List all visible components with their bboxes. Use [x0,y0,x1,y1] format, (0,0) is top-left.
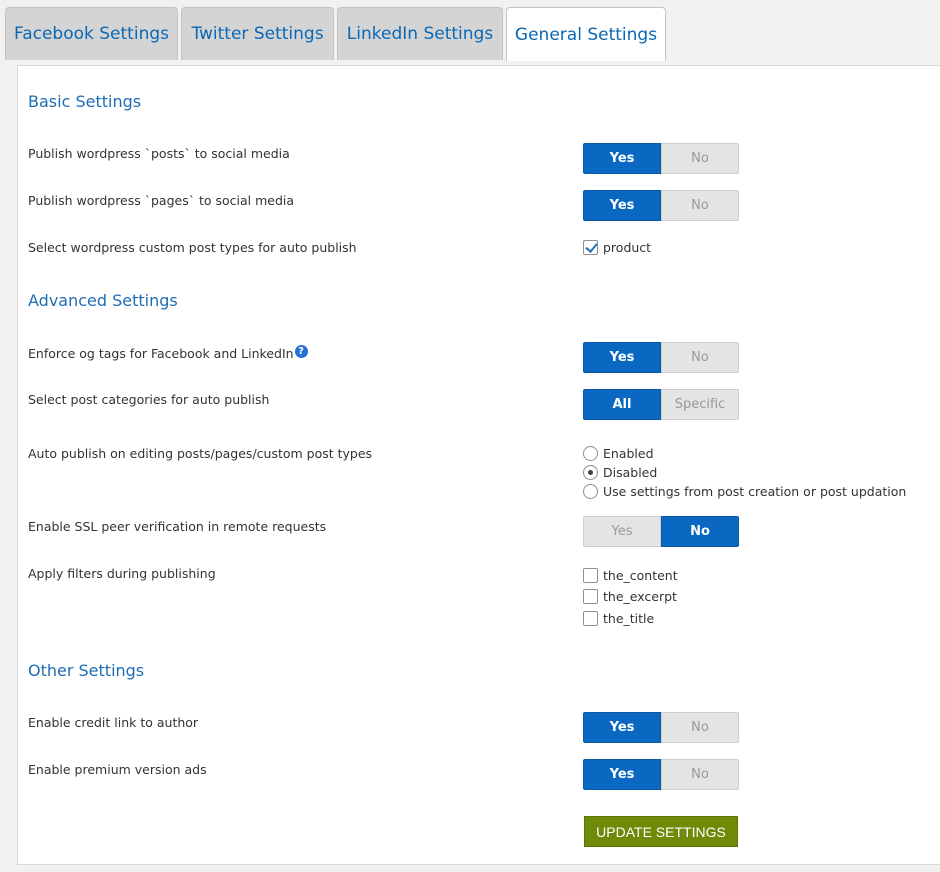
enforce-og-yes[interactable]: Yes [583,342,661,373]
the-title-checkbox[interactable] [583,611,598,626]
settings-tabs: Facebook Settings Twitter Settings Linke… [0,0,940,61]
auto-publish-enabled-option[interactable]: Enabled [583,446,654,461]
premium-ads-toggle: Yes No [583,759,739,790]
post-categories-all[interactable]: All [583,389,661,420]
use-post-settings-radio-label: Use settings from post creation or post … [603,484,907,499]
enforce-og-label-row: Enforce og tags for Facebook and LinkedI… [28,345,308,361]
post-categories-specific[interactable]: Specific [661,389,739,420]
filter-the-title-option[interactable]: the_title [583,611,654,626]
tab-facebook-settings[interactable]: Facebook Settings [5,7,178,60]
enabled-radio[interactable] [583,446,598,461]
advanced-settings-heading: Advanced Settings [28,291,178,310]
product-checkbox[interactable] [583,240,598,255]
use-post-settings-radio[interactable] [583,484,598,499]
publish-pages-no[interactable]: No [661,190,739,221]
update-settings-button[interactable]: UPDATE SETTINGS [584,816,738,847]
post-categories-toggle: All Specific [583,389,739,420]
publish-posts-label: Publish wordpress `posts` to social medi… [28,146,290,161]
disabled-radio[interactable] [583,465,598,480]
the-title-label: the_title [603,611,655,626]
auto-publish-edit-label: Auto publish on editing posts/pages/cust… [28,446,373,461]
filter-the-excerpt-option[interactable]: the_excerpt [583,589,677,604]
other-settings-heading: Other Settings [28,661,145,680]
publish-posts-yes[interactable]: Yes [583,143,661,174]
publish-pages-yes[interactable]: Yes [583,190,661,221]
credit-link-toggle: Yes No [583,712,739,743]
tab-twitter-settings[interactable]: Twitter Settings [181,7,334,60]
enforce-og-no[interactable]: No [661,342,739,373]
publish-posts-no[interactable]: No [661,143,739,174]
basic-settings-heading: Basic Settings [28,92,142,111]
tab-general-settings[interactable]: General Settings [506,7,666,61]
apply-filters-label: Apply filters during publishing [28,566,216,581]
disabled-radio-label: Disabled [603,465,658,480]
enabled-radio-label: Enabled [603,446,654,461]
enforce-og-toggle: Yes No [583,342,739,373]
custom-post-type-product[interactable]: product [583,240,651,255]
premium-ads-no[interactable]: No [661,759,739,790]
settings-panel [17,65,940,865]
credit-link-yes[interactable]: Yes [583,712,661,743]
publish-pages-toggle: Yes No [583,190,739,221]
help-icon[interactable]: ? [294,345,308,358]
ssl-verification-toggle: Yes No [583,516,739,547]
premium-ads-label: Enable premium version ads [28,762,207,777]
premium-ads-yes[interactable]: Yes [583,759,661,790]
ssl-verification-yes[interactable]: Yes [583,516,661,547]
ssl-verification-label: Enable SSL peer verification in remote r… [28,519,327,534]
publish-posts-toggle: Yes No [583,143,739,174]
ssl-verification-no[interactable]: No [661,516,739,547]
tab-linkedin-settings[interactable]: LinkedIn Settings [337,7,503,60]
product-checkbox-label: product [603,240,652,255]
filter-the-content-option[interactable]: the_content [583,568,678,583]
publish-pages-label: Publish wordpress `pages` to social medi… [28,193,295,208]
credit-link-no[interactable]: No [661,712,739,743]
the-excerpt-checkbox[interactable] [583,589,598,604]
the-content-checkbox[interactable] [583,568,598,583]
the-content-label: the_content [603,568,678,583]
the-excerpt-label: the_excerpt [603,589,677,604]
post-categories-label: Select post categories for auto publish [28,392,270,407]
enforce-og-label: Enforce og tags for Facebook and LinkedI… [28,346,294,361]
auto-publish-use-post-settings-option[interactable]: Use settings from post creation or post … [583,484,906,499]
auto-publish-disabled-option[interactable]: Disabled [583,465,657,480]
credit-link-label: Enable credit link to author [28,715,199,730]
custom-post-types-label: Select wordpress custom post types for a… [28,240,357,255]
